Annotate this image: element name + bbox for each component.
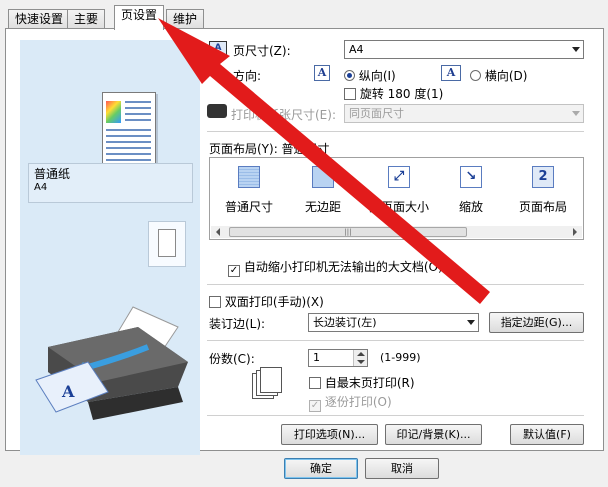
auto-reduce-label: 自动缩小打印机无法输出的大文档(O) [243,260,443,274]
auto-reduce-checkbox[interactable]: ✓ [228,265,240,277]
last-page-first-option[interactable]: 自最末页打印(R) [309,374,415,391]
photo-thumbnail [106,101,121,123]
rotate-180-option[interactable]: 旋转 180 度(1) [344,85,443,102]
printer-paper-size-value: 同页面尺寸 [349,107,404,120]
layout-item-borderless[interactable]: 无边距 [288,166,358,215]
ok-button[interactable]: 确定 [284,458,358,479]
normal-size-icon [238,166,260,188]
scroll-right-icon[interactable] [573,228,577,236]
portrait-radio[interactable] [344,70,355,81]
spin-buttons[interactable] [353,350,367,366]
printer-paper-size-select[interactable]: 同页面尺寸 [344,104,584,123]
print-options-button[interactable]: 打印选项(N)... [281,424,378,445]
spin-up-icon[interactable] [357,352,365,356]
tab-label: 页设置 [121,8,158,22]
scroll-left-icon[interactable] [216,228,220,236]
tab-label: 快速设置 [15,12,64,26]
cancel-button[interactable]: 取消 [365,458,439,479]
chevron-down-icon [572,111,580,116]
page-size-value: A4 [349,43,364,56]
page-layout-label: 页面布局(Y): 普通尺寸 [209,142,330,156]
divider [207,131,584,132]
divider [207,415,584,416]
stapling-label: 装订边(L): [209,317,266,331]
printer-illustration: A [35,306,188,420]
last-page-first-checkbox[interactable] [309,377,321,389]
chevron-down-icon [572,47,580,52]
copies-stepper[interactable]: 1 [308,349,368,367]
page-layout-icon: 2 [532,166,554,188]
layout-item-scaled[interactable]: ↘ 缩放 [436,166,506,215]
collate-checkbox[interactable]: ✓ [309,400,321,412]
landscape-label: 横向(D) [484,69,528,83]
rotate-180-label: 旋转 180 度(1) [359,87,444,101]
fit-to-page-icon: ⤢ [388,166,410,188]
copies-range: (1-999) [380,351,421,364]
layout-item-label: 缩放 [458,200,483,214]
paper-type-label: 普通纸 [34,167,71,181]
scroll-thumb[interactable]: ||| [229,227,467,237]
spin-down-icon[interactable] [357,360,365,364]
layout-item-normal[interactable]: 普通尺寸 [214,166,284,215]
orientation-label: 方向: [233,69,262,83]
stamp-background-button[interactable]: 印记/背景(K)... [385,424,482,445]
duplex-checkbox[interactable] [209,296,221,308]
collate-stack-icon [250,367,286,401]
divider [207,284,584,285]
portrait-option[interactable]: 纵向(I) [344,67,396,84]
specify-margin-button[interactable]: 指定边距(G)... [489,312,584,333]
defaults-button[interactable]: 默认值(F) [510,424,584,445]
tab-main[interactable]: 主要 [67,9,106,29]
tab-label: 主要 [74,12,99,26]
copies-label: 份数(C): [209,352,255,366]
layout-item-label: 页面布局 [518,200,567,214]
stapling-select[interactable]: 长边装订(左) [308,313,479,332]
output-paper-icon [148,221,186,267]
copies-value: 1 [313,351,320,364]
horizontal-scrollbar[interactable]: ||| [211,226,582,238]
landscape-option[interactable]: 横向(D) [470,67,527,84]
page-size-select[interactable]: A4 [344,40,584,59]
portrait-label: 纵向(I) [358,69,396,83]
stapling-value: 长边装订(左) [313,316,377,329]
portrait-icon: A [314,65,330,81]
tab-label: 维护 [173,12,198,26]
divider [207,340,584,341]
printer-paper-size-label: 打印机纸张尺寸(E): [231,108,336,122]
borderless-icon [312,166,334,188]
collate-label: 逐份打印(O) [324,395,392,409]
auto-reduce-option[interactable]: ✓ 自动缩小打印机无法输出的大文档(O) [228,258,443,277]
layout-item-label: 按页面大小 [368,200,429,214]
chevron-down-icon [467,320,475,325]
page-size-label: 页尺寸(Z): [233,44,291,58]
paper-size-label: A4 [34,182,48,193]
layout-item-label: 无边距 [304,200,341,214]
rotate-180-checkbox[interactable] [344,88,356,100]
collate-option[interactable]: ✓ 逐份打印(O) [309,393,392,412]
tab-maintenance[interactable]: 维护 [166,9,205,29]
duplex-option[interactable]: 双面打印(手动)(X) [209,293,324,310]
landscape-icon: A [441,65,461,81]
layout-item-page-layout[interactable]: 2 页面布局 [508,166,578,215]
layout-item-label: 普通尺寸 [224,200,273,214]
last-page-first-label: 自最末页打印(R) [324,376,415,390]
printer-icon [207,104,227,118]
duplex-label: 双面打印(手动)(X) [224,295,324,309]
landscape-radio[interactable] [470,70,481,81]
paper-type-info: 普通纸 A4 [28,163,193,203]
document-a-glyph: A [61,382,75,401]
page-size-icon: A [209,41,227,55]
scaled-icon: ↘ [460,166,482,188]
tab-quick-setup[interactable]: 快速设置 [8,9,71,29]
layout-item-fit-page[interactable]: ⤢ 按页面大小 [360,166,438,215]
tab-page-setup[interactable]: 页设置 [114,5,165,30]
page-layout-list[interactable]: 普通尺寸 无边距 ⤢ 按页面大小 ↘ 缩放 2 页面布局 ||| [209,157,584,240]
